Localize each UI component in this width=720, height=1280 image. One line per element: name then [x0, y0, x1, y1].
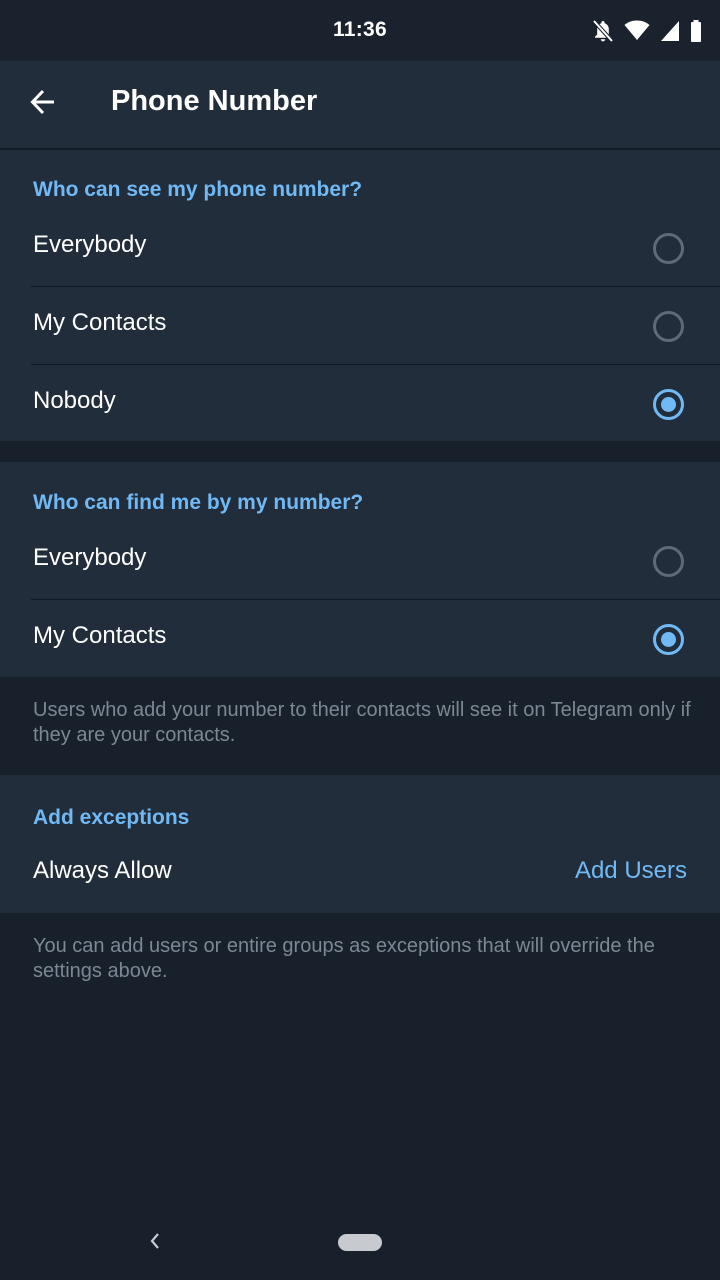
option-row-everybody[interactable]: Everybody — [0, 209, 720, 287]
section-header: Who can see my phone number? — [33, 178, 363, 201]
option-label: My Contacts — [33, 622, 167, 649]
add-users-button[interactable]: Add Users — [575, 857, 687, 885]
navigation-bar — [0, 1206, 720, 1280]
status-icons — [592, 18, 702, 44]
find-number-info: Users who add your number to their conta… — [33, 699, 691, 746]
option-row-everybody[interactable]: Everybody — [0, 522, 720, 600]
arrow-left-icon — [29, 88, 57, 121]
notifications-off-icon — [592, 19, 614, 43]
section-header: Add exceptions — [33, 806, 190, 829]
battery-icon — [690, 20, 702, 42]
option-row-my-contacts[interactable]: My Contacts — [0, 287, 720, 365]
nav-home-button[interactable] — [338, 1234, 382, 1251]
cell-signal-icon — [660, 20, 680, 42]
option-row-my-contacts[interactable]: My Contacts — [0, 600, 720, 678]
always-allow-row[interactable]: Always Allow Add Users — [0, 835, 720, 913]
back-button[interactable] — [14, 75, 72, 133]
radio-button[interactable] — [653, 546, 684, 577]
nav-back-button[interactable] — [140, 1228, 170, 1258]
radio-button-selected[interactable] — [653, 624, 684, 655]
chevron-left-icon — [148, 1231, 162, 1256]
option-row-nobody[interactable]: Nobody — [0, 365, 720, 443]
section-header: Who can find me by my number? — [33, 491, 364, 514]
option-label: Everybody — [33, 544, 147, 571]
option-label: Nobody — [33, 387, 116, 414]
row-label: Always Allow — [33, 857, 172, 884]
radio-button-selected[interactable] — [653, 389, 684, 420]
wifi-icon — [624, 20, 650, 42]
find-number-section: Who can find me by my number? Everybody … — [0, 462, 720, 677]
option-label: Everybody — [33, 231, 147, 258]
radio-button[interactable] — [653, 233, 684, 264]
page-title: Phone Number — [111, 85, 318, 117]
exceptions-info: You can add users or entire groups as ex… — [33, 935, 655, 982]
radio-button[interactable] — [653, 311, 684, 342]
exceptions-section: Add exceptions Always Allow Add Users — [0, 775, 720, 913]
status-bar: 11:36 — [0, 0, 720, 61]
option-label: My Contacts — [33, 309, 167, 336]
app-bar: Phone Number — [0, 61, 720, 148]
see-number-section: Who can see my phone number? Everybody M… — [0, 150, 720, 441]
